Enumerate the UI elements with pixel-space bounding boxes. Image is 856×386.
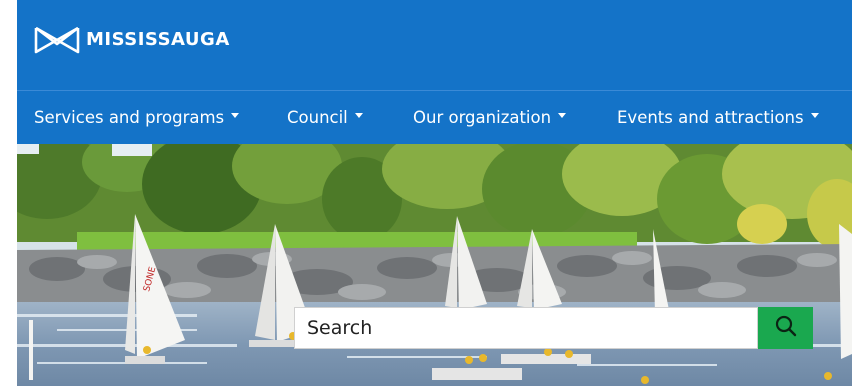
caret-down-icon xyxy=(354,113,363,118)
nav-item-council[interactable]: Council xyxy=(287,91,363,144)
nav-item-events-and-attractions[interactable]: Events and attractions xyxy=(617,91,819,144)
search-button[interactable] xyxy=(758,307,813,349)
site-header: MISSISSAUGA xyxy=(17,0,852,90)
nav-item-our-organization[interactable]: Our organization xyxy=(413,91,567,144)
search-icon xyxy=(774,314,798,342)
sailboat-6 xyxy=(839,224,852,359)
search-input[interactable] xyxy=(295,308,757,348)
caret-down-icon xyxy=(810,113,819,118)
caret-down-icon xyxy=(231,113,240,118)
nav-item-label: Services and programs xyxy=(34,108,225,127)
hero-image: SONE xyxy=(17,144,852,386)
site-logo[interactable]: MISSISSAUGA xyxy=(34,24,230,56)
nav-item-label: Council xyxy=(287,108,348,127)
mississauga-logo-icon xyxy=(34,24,80,56)
nav-item-label: Events and attractions xyxy=(617,108,804,127)
search-box xyxy=(294,307,758,349)
site-logo-text: MISSISSAUGA xyxy=(86,29,230,50)
nav-item-services-and-programs[interactable]: Services and programs xyxy=(34,91,240,144)
main-navigation: Services and programs Council Our organi… xyxy=(17,90,852,144)
caret-down-icon xyxy=(558,113,567,118)
nav-item-label: Our organization xyxy=(413,108,552,127)
